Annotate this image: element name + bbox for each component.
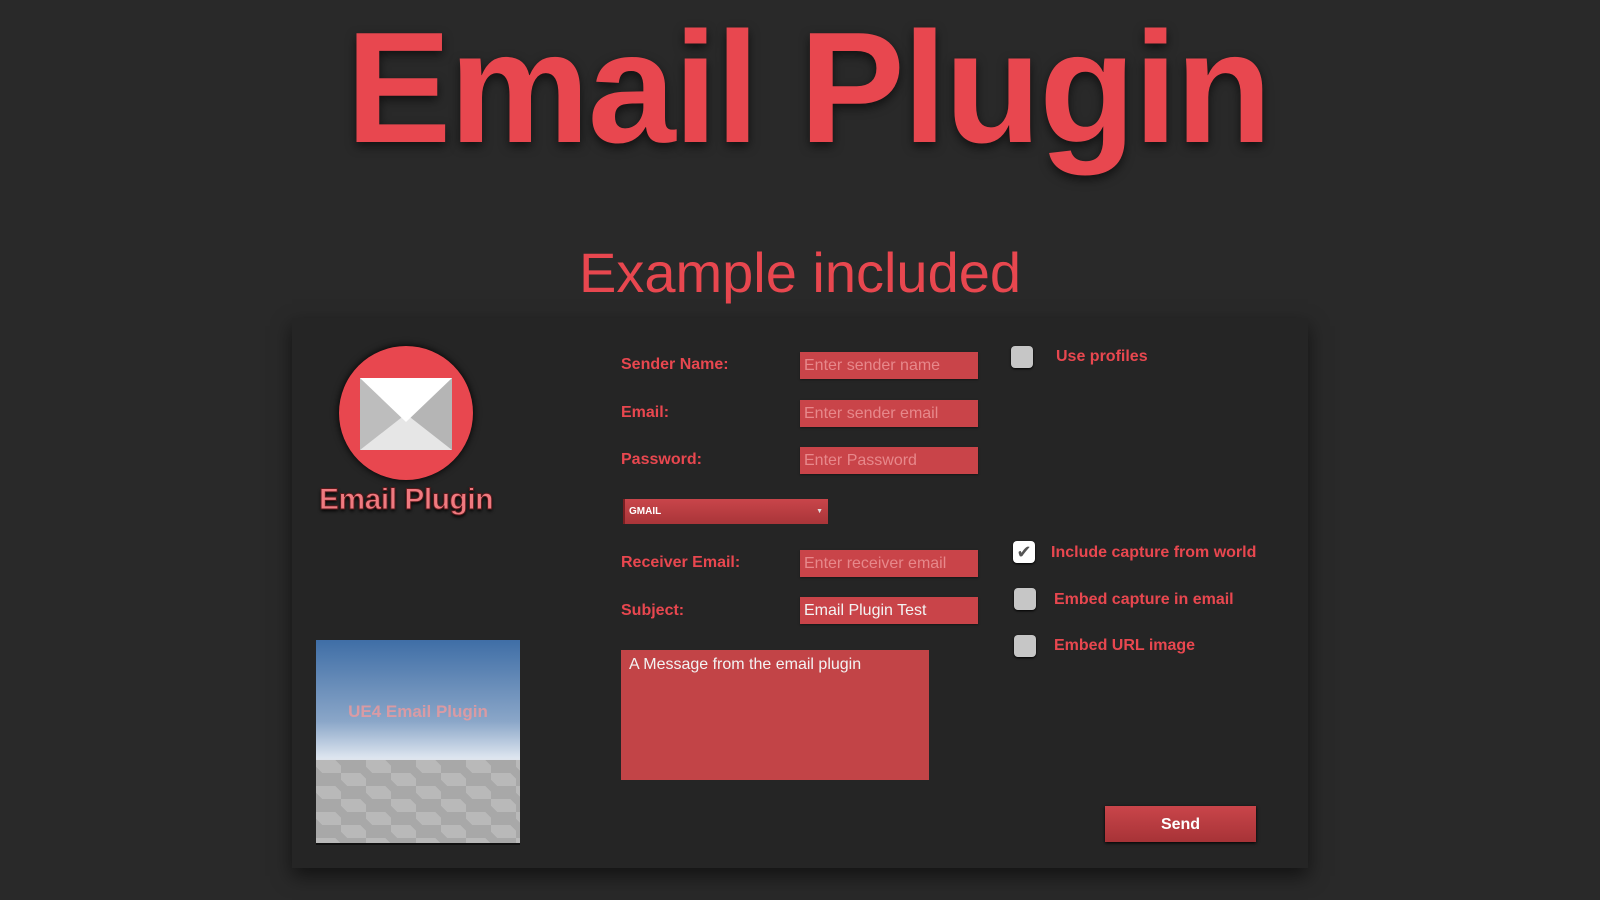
email-input[interactable]: Enter sender email: [800, 400, 978, 427]
checkmark-icon: ✔: [1016, 542, 1032, 562]
logo-text: Email Plugin: [318, 483, 494, 517]
message-textarea[interactable]: A Message from the email plugin: [621, 650, 929, 780]
email-label: Email:: [621, 404, 670, 421]
receiver-email-label: Receiver Email:: [621, 554, 741, 571]
capture-preview-image: UE4 Email Plugin: [316, 640, 520, 845]
sender-name-input[interactable]: Enter sender name: [800, 352, 978, 379]
envelope-icon: [360, 378, 452, 450]
use-profiles-checkbox[interactable]: [1011, 346, 1033, 368]
include-capture-checkbox[interactable]: ✔: [1013, 541, 1035, 563]
capture-preview-text: UE4 Email Plugin: [348, 702, 488, 721]
embed-url-image-label: Embed URL image: [1054, 637, 1196, 654]
page-title: Email Plugin: [345, 0, 1272, 176]
embed-capture-label: Embed capture in email: [1054, 591, 1234, 608]
send-button[interactable]: Send: [1105, 806, 1256, 842]
chevron-down-icon: ▼: [816, 508, 823, 515]
embed-url-image-checkbox[interactable]: [1014, 635, 1036, 657]
embed-capture-checkbox[interactable]: [1014, 588, 1036, 610]
provider-selected: GMAIL: [629, 506, 662, 517]
sender-name-label: Sender Name:: [621, 356, 729, 373]
checkered-floor: [316, 760, 520, 843]
subject-label: Subject:: [621, 602, 685, 619]
password-label: Password:: [621, 451, 702, 468]
include-capture-label: Include capture from world: [1051, 544, 1257, 561]
provider-dropdown[interactable]: GMAIL ▼: [623, 499, 828, 524]
subject-input[interactable]: Email Plugin Test: [800, 597, 978, 624]
use-profiles-label: Use profiles: [1056, 348, 1148, 365]
page-subtitle: Example included: [578, 241, 1022, 304]
password-input[interactable]: Enter Password: [800, 447, 978, 474]
receiver-email-input[interactable]: Enter receiver email: [800, 550, 978, 577]
